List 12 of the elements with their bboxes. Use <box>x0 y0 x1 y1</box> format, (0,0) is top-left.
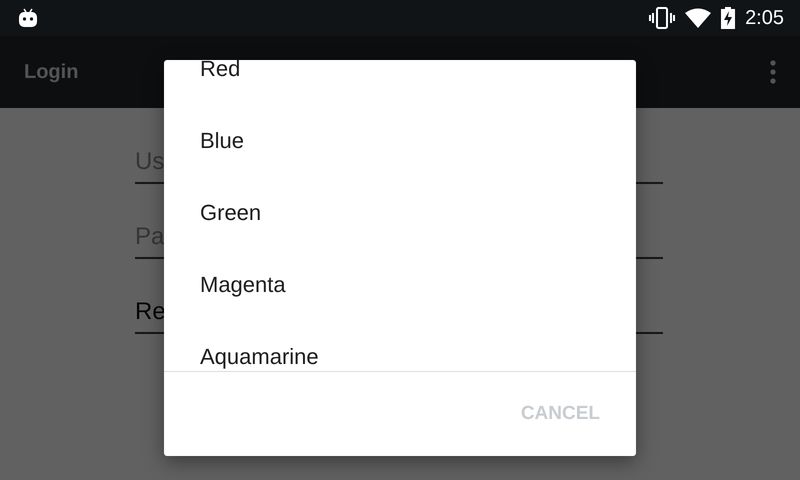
dialog-list-item[interactable]: Green <box>164 177 636 249</box>
overflow-menu-icon[interactable] <box>770 60 776 84</box>
android-icon <box>18 8 38 28</box>
dialog-list-item[interactable]: Magenta <box>164 249 636 321</box>
dialog-list-item[interactable]: Blue <box>164 105 636 177</box>
status-time: 2:05 <box>745 6 784 30</box>
battery-charging-icon <box>721 7 736 29</box>
wifi-icon <box>685 8 712 28</box>
dialog-list-item[interactable]: Red <box>164 60 636 105</box>
toolbar-title: Login <box>24 60 78 84</box>
dialog-list-item[interactable]: Aquamarine <box>164 321 636 371</box>
vibrate-icon <box>649 7 676 29</box>
